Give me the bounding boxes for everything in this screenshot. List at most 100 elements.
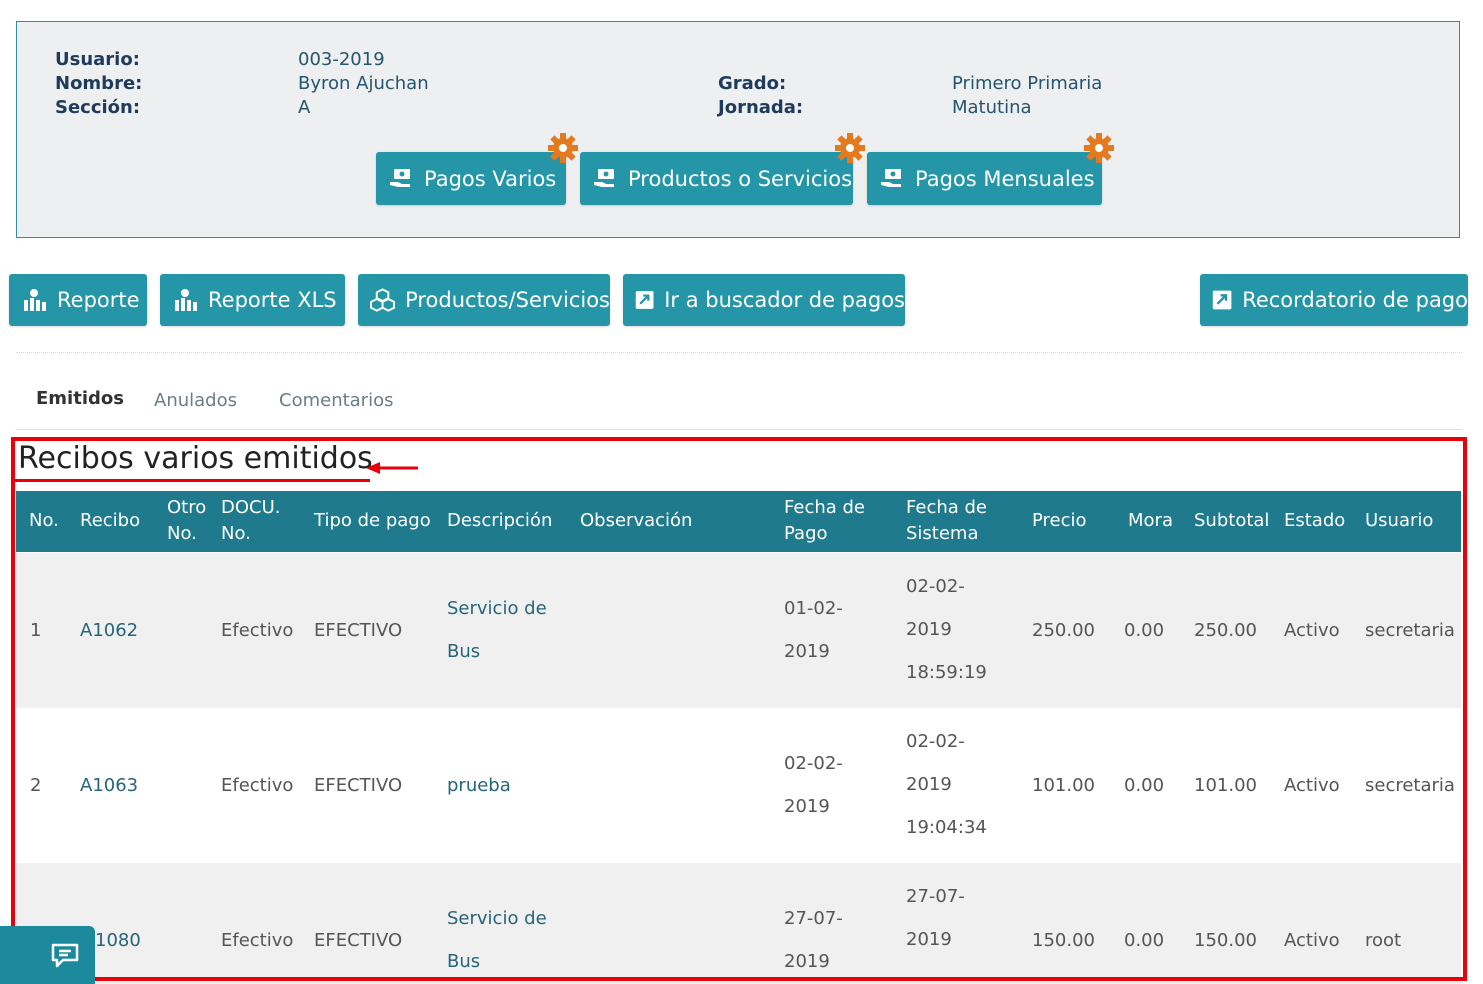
jornada-value: Matutina <box>952 97 1032 118</box>
recordatorio-pago-button[interactable]: Recordatorio de pago <box>1200 274 1468 326</box>
productos-servicios-action-label: Productos/Servicios <box>405 288 610 312</box>
th-fecha-sistema: Fecha de Sistema <box>906 497 987 544</box>
cell-estado: Activo <box>1284 775 1340 796</box>
table-row: 2 A1063 Efectivo EFECTIVO prueba 02-02- 2… <box>16 708 1461 863</box>
table-row: 1 A1062 Efectivo EFECTIVO Servicio de Bus… <box>16 553 1461 708</box>
cell-descripcion: prueba <box>447 775 511 796</box>
chart-money-icon <box>175 289 197 311</box>
cell-docu: Efectivo <box>221 775 294 796</box>
chart-money-icon <box>24 289 46 311</box>
th-mora: Mora <box>1128 510 1173 531</box>
nombre-value: Byron Ajuchan <box>298 73 429 94</box>
buscador-pagos-label: Ir a buscador de pagos <box>664 288 905 312</box>
th-descripcion: Descripción <box>447 510 553 531</box>
table-row: 1080 Efectivo EFECTIVO Servicio de Bus 27… <box>16 863 1461 984</box>
pagos-mensuales-label: Pagos Mensuales <box>915 166 1095 191</box>
grado-value: Primero Primaria <box>952 73 1103 94</box>
cell-precio: 101.00 <box>1032 775 1095 796</box>
cell-fecha-sistema: 02-02- 2019 19:04:34 <box>906 731 987 838</box>
tab-emitidos[interactable]: Emitidos <box>36 388 124 409</box>
boxes-icon <box>370 288 396 312</box>
th-recibo: Recibo <box>80 510 141 531</box>
reporte-xls-label: Reporte XLS <box>208 288 337 312</box>
cell-subtotal: 150.00 <box>1194 930 1257 951</box>
pagos-varios-button[interactable]: Pagos Varios <box>376 152 566 205</box>
cell-descripcion: Servicio de Bus <box>447 908 547 972</box>
cell-mora: 0.00 <box>1124 775 1165 796</box>
table-header: No. Recibo Otro No. DOCU. No. Tipo de pago… <box>16 491 1461 552</box>
th-fecha-pago: Fecha de Pago <box>784 497 865 544</box>
reporte-xls-button[interactable]: Reporte XLS <box>160 274 345 326</box>
cell-docu: Efectivo <box>221 930 294 951</box>
buscador-pagos-button[interactable]: Ir a buscador de pagos <box>623 274 905 326</box>
divider <box>16 352 1462 353</box>
pagos-mensuales-button[interactable]: Pagos Mensuales <box>867 152 1102 205</box>
external-link-icon <box>1212 290 1232 310</box>
cell-subtotal: 250.00 <box>1194 620 1257 641</box>
money-hand-icon <box>390 168 410 187</box>
cell-no: 2 <box>30 775 42 796</box>
productos-servicios-action-button[interactable]: Productos/Servicios <box>358 274 610 326</box>
section-title: Recibos varios emitidos <box>18 441 373 476</box>
cell-fecha-pago: 27-07- 2019 <box>784 908 843 972</box>
cell-recibo[interactable]: 1080 <box>95 919 141 962</box>
annotation-underline <box>14 479 370 482</box>
usuario-value: 003-2019 <box>298 49 385 70</box>
th-precio: Precio <box>1032 510 1087 531</box>
th-usuario: Usuario <box>1365 510 1434 531</box>
th-otro: Otro No. <box>167 497 207 544</box>
cell-precio: 250.00 <box>1032 620 1095 641</box>
gear-icon[interactable] <box>833 131 867 165</box>
reporte-label: Reporte <box>57 288 140 312</box>
red-arrow-icon <box>366 462 418 474</box>
productos-servicios-button[interactable]: Productos o Servicios <box>580 152 853 205</box>
cell-estado: Activo <box>1284 930 1340 951</box>
cell-tipo: EFECTIVO <box>314 775 403 796</box>
cell-fecha-sistema: 02-02- 2019 18:59:19 <box>906 576 987 683</box>
th-estado: Estado <box>1284 510 1346 531</box>
usuario-label: Usuario: <box>55 49 140 70</box>
nombre-label: Nombre: <box>55 73 143 94</box>
pagos-varios-label: Pagos Varios <box>424 166 557 191</box>
seccion-label: Sección: <box>55 97 141 118</box>
chat-icon <box>51 943 79 968</box>
cell-docu: Efectivo <box>221 620 294 641</box>
cell-precio: 150.00 <box>1032 930 1095 951</box>
cell-fecha-sistema: 27-07- 2019 <box>906 886 965 950</box>
cell-recibo[interactable]: A1063 <box>80 764 138 807</box>
chat-widget-button[interactable] <box>0 926 95 984</box>
cell-mora: 0.00 <box>1124 930 1165 951</box>
cell-usuario: secretaria <box>1365 620 1455 641</box>
reporte-button[interactable]: Reporte <box>9 274 147 326</box>
cell-estado: Activo <box>1284 620 1340 641</box>
cell-usuario: root <box>1365 930 1402 951</box>
cell-descripcion: Servicio de Bus <box>447 598 547 662</box>
cell-mora: 0.00 <box>1124 620 1165 641</box>
tab-anulados[interactable]: Anulados <box>154 390 237 411</box>
gear-icon[interactable] <box>546 131 580 165</box>
cell-usuario: secretaria <box>1365 775 1455 796</box>
money-hand-icon <box>594 168 614 187</box>
th-no: No. <box>29 510 59 531</box>
money-hand-icon <box>881 168 901 187</box>
cell-tipo: EFECTIVO <box>314 620 403 641</box>
recordatorio-pago-label: Recordatorio de pago <box>1242 288 1468 312</box>
th-tipo-pago: Tipo de pago <box>314 510 431 531</box>
grado-label: Grado: <box>718 73 787 94</box>
tab-comentarios[interactable]: Comentarios <box>279 390 393 411</box>
gear-icon[interactable] <box>1082 131 1116 165</box>
th-docu: DOCU. No. <box>221 497 281 544</box>
th-subtotal: Subtotal <box>1194 510 1270 531</box>
cell-recibo[interactable]: A1062 <box>80 609 138 652</box>
cell-fecha-pago: 02-02- 2019 <box>784 753 843 817</box>
th-observacion: Observación <box>580 510 693 531</box>
seccion-value: A <box>298 97 311 118</box>
external-link-icon <box>635 291 654 309</box>
cell-subtotal: 101.00 <box>1194 775 1257 796</box>
student-info-panel: Usuario: 003-2019 Nombre: Byron Ajuchan … <box>16 21 1460 238</box>
productos-servicios-label: Productos o Servicios <box>628 166 853 191</box>
tab-bar-line <box>16 429 1462 430</box>
jornada-label: Jornada: <box>718 97 804 118</box>
cell-no: 1 <box>30 620 42 641</box>
cell-tipo: EFECTIVO <box>314 930 403 951</box>
